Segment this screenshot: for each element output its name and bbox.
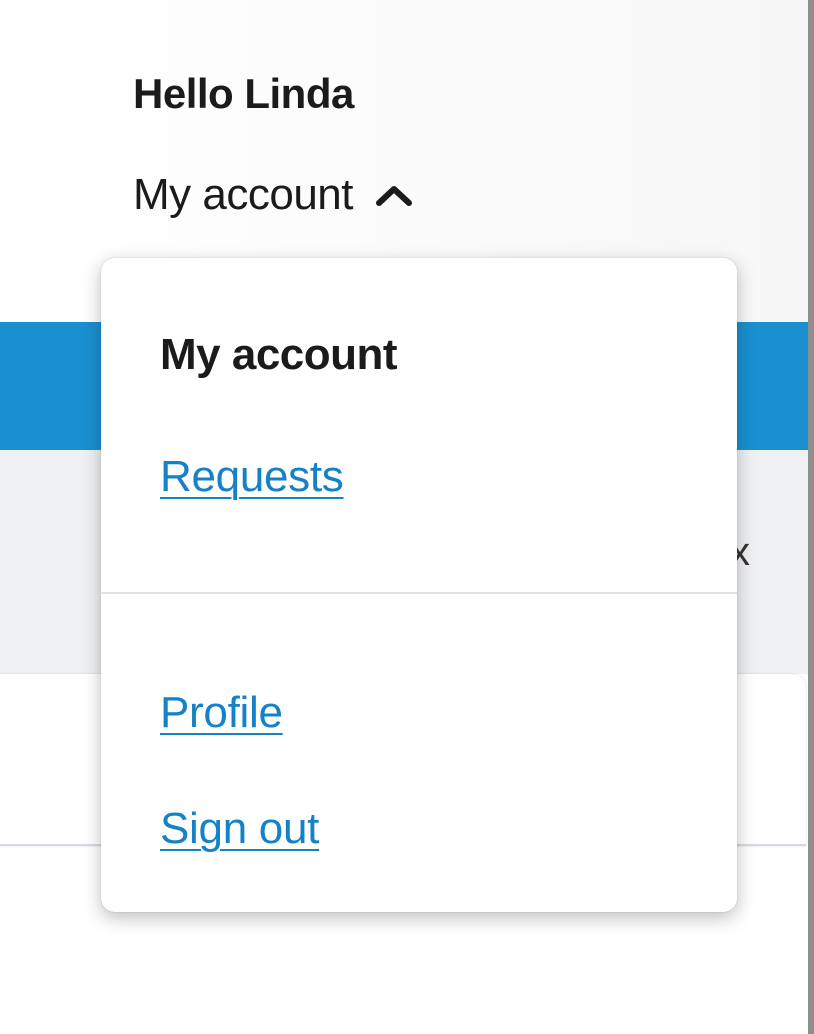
dropdown-heading: My account	[160, 330, 398, 379]
account-dropdown-menu: My account Requests Profile Sign out	[101, 258, 737, 912]
menu-item-profile[interactable]: Profile	[160, 688, 283, 738]
menu-item-sign-out[interactable]: Sign out	[160, 804, 319, 854]
my-account-toggle[interactable]: My account	[133, 168, 413, 222]
menu-item-requests[interactable]: Requests	[160, 452, 344, 502]
my-account-toggle-label: My account	[133, 170, 353, 219]
chevron-up-icon	[375, 183, 413, 207]
menu-divider	[101, 592, 737, 594]
greeting-text: Hello Linda	[133, 70, 354, 117]
window-edge	[808, 0, 814, 1034]
